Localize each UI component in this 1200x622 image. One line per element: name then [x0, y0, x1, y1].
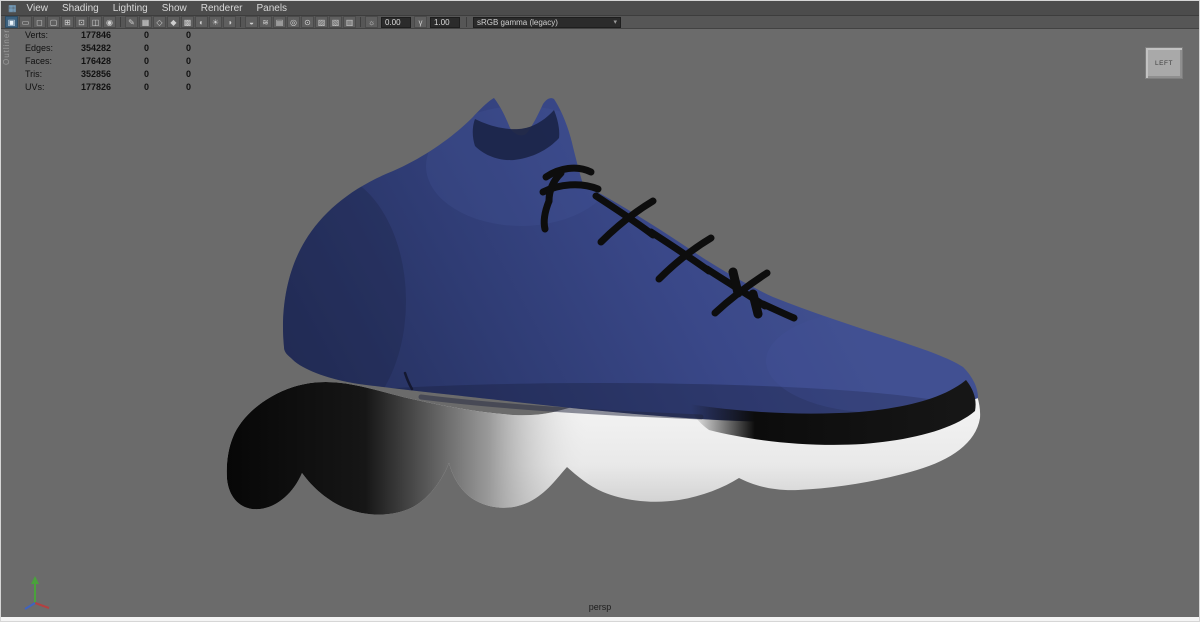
- menu-panels[interactable]: Panels: [249, 1, 294, 16]
- axis-orientation-gizmo[interactable]: [19, 569, 63, 613]
- depth-of-field-icon[interactable]: ◎: [287, 16, 300, 28]
- chevron-down-icon: ▾: [613, 18, 617, 26]
- exposure-icon[interactable]: ☼: [365, 16, 378, 28]
- smooth-shade-icon[interactable]: ◆: [167, 16, 180, 28]
- motion-blur-icon[interactable]: ≋: [259, 16, 272, 28]
- hud-value: 0: [143, 56, 149, 66]
- colorspace-dropdown[interactable]: sRGB gamma (legacy) ▾: [473, 16, 621, 28]
- view-cube-face-label: LEFT: [1155, 59, 1173, 67]
- hud-value: 352856: [80, 69, 111, 79]
- hud-row-edges: Edges: 354282 0 0: [25, 42, 191, 55]
- hud-value: 0: [143, 43, 149, 53]
- hud-row-verts: Verts: 177846 0 0: [25, 29, 191, 42]
- menu-renderer[interactable]: Renderer: [194, 1, 250, 16]
- single-pane-icon[interactable]: ▣: [5, 16, 18, 28]
- grid-icon[interactable]: ▦: [139, 16, 152, 28]
- film-gate-icon[interactable]: ▭: [19, 16, 32, 28]
- resolution-gate-icon[interactable]: ◻: [33, 16, 46, 28]
- menu-lighting[interactable]: Lighting: [106, 1, 155, 16]
- hud-label: Tris:: [25, 69, 43, 79]
- isolate-select-icon[interactable]: ⊙: [301, 16, 314, 28]
- shoe-model[interactable]: [1, 1, 1200, 622]
- hud-value: 0: [143, 82, 149, 92]
- gate-mask-icon[interactable]: ▢: [47, 16, 60, 28]
- x-ray-joints-icon[interactable]: ▧: [329, 16, 342, 28]
- window-bottom-border: [1, 617, 1199, 621]
- hud-value: 0: [185, 82, 191, 92]
- hud-value: 0: [143, 30, 149, 40]
- anti-aliasing-icon[interactable]: ▤: [273, 16, 286, 28]
- z-axis-icon: [24, 602, 36, 610]
- textured-icon[interactable]: ▩: [181, 16, 194, 28]
- shadows-icon[interactable]: ◑: [223, 16, 236, 28]
- camera-name-label: persp: [588, 602, 612, 612]
- view-cube[interactable]: LEFT: [1145, 47, 1183, 79]
- default-material-icon[interactable]: ◐: [195, 16, 208, 28]
- x-ray-icon[interactable]: ▨: [315, 16, 328, 28]
- toolbar-separator: [360, 17, 361, 27]
- grease-pencil-icon[interactable]: ✎: [125, 16, 138, 28]
- hud-label: Edges:: [25, 43, 54, 53]
- hud-label: Faces:: [25, 56, 53, 66]
- hud-value: 177846: [80, 30, 111, 40]
- x-axis-icon: [34, 602, 50, 609]
- hud-row-tris: Tris: 352856 0 0: [25, 68, 191, 81]
- wireframe-icon[interactable]: ◇: [153, 16, 166, 28]
- safe-title-icon[interactable]: ◫: [89, 16, 102, 28]
- maya-viewport-window: ▦ View Shading Lighting Show Renderer Pa…: [0, 0, 1200, 622]
- menu-shading[interactable]: Shading: [55, 1, 106, 16]
- exposure-field[interactable]: 0.00: [381, 16, 411, 28]
- hud-value: 354282: [80, 43, 111, 53]
- y-axis-arrow-icon: [31, 576, 39, 584]
- hud-value: 0: [143, 69, 149, 79]
- hud-value: 0: [185, 56, 191, 66]
- menu-view[interactable]: View: [20, 1, 56, 16]
- plane-mode-icon[interactable]: ▥: [343, 16, 356, 28]
- gamma-field[interactable]: 1.00: [430, 16, 460, 28]
- ambient-occlusion-icon[interactable]: ◒: [245, 16, 258, 28]
- hud-value: 0: [185, 43, 191, 53]
- gamma-icon[interactable]: γ: [414, 16, 427, 28]
- hud-value: 0: [185, 69, 191, 79]
- field-chart-icon[interactable]: ⊞: [61, 16, 74, 28]
- outliner-panel-label[interactable]: Outliner: [2, 29, 11, 65]
- hud-row-uvs: UVs: 177826 0 0: [25, 81, 191, 94]
- hud-value: 177826: [80, 82, 111, 92]
- hud-value: 176428: [80, 56, 111, 66]
- panel-menu-bar: ▦ View Shading Lighting Show Renderer Pa…: [1, 1, 1199, 16]
- lighting-icon[interactable]: ☀: [209, 16, 222, 28]
- toolbar-separator: [240, 17, 241, 27]
- colorspace-value: sRGB gamma (legacy): [477, 17, 558, 27]
- hud-label: Verts:: [25, 30, 49, 40]
- heads-up-display: Verts: 177846 0 0 Edges: 354282 0 0 Face…: [25, 29, 191, 94]
- safe-action-icon[interactable]: ⊡: [75, 16, 88, 28]
- hud-label: UVs:: [25, 82, 45, 92]
- toolbar-separator: [120, 17, 121, 27]
- panel-toolbar: ▣ ▭ ◻ ▢ ⊞ ⊡ ◫ ◉ ✎ ▦ ◇ ◆ ▩ ◐ ☀ ◑ ◒ ≋ ▤ ◎ …: [1, 16, 1199, 29]
- menu-show[interactable]: Show: [155, 1, 194, 16]
- camera-attributes-icon[interactable]: ◉: [103, 16, 116, 28]
- hud-row-faces: Faces: 176428 0 0: [25, 55, 191, 68]
- hud-value: 0: [185, 30, 191, 40]
- panel-grip-icon[interactable]: ▦: [8, 3, 17, 14]
- toolbar-separator: [466, 17, 467, 27]
